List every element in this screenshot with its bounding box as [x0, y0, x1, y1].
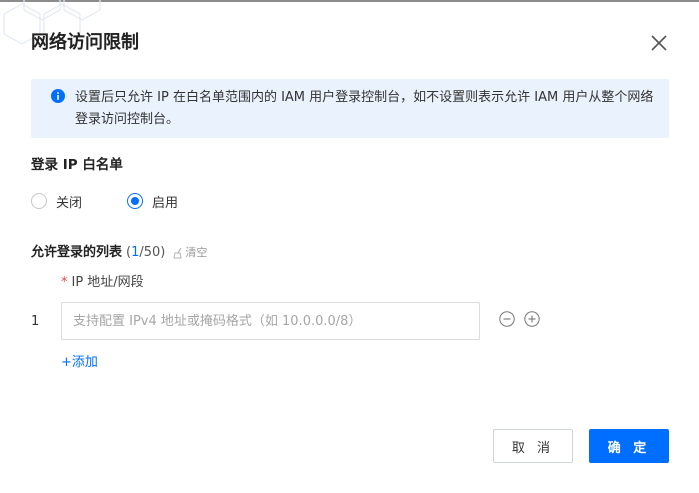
ip-field-label: * IP 地址/网段	[61, 275, 144, 290]
broom-icon	[173, 247, 182, 259]
cancel-button[interactable]: 取 消	[493, 429, 573, 463]
add-row-button[interactable]: +添加	[61, 354, 98, 372]
row-index: 1	[31, 314, 40, 329]
close-icon[interactable]	[646, 30, 672, 56]
notice-banner: 设置后只允许 IP 在白名单范围内的 IAM 用户登录控制台，如不设置则表示允许…	[31, 79, 669, 138]
remove-row-icon[interactable]	[499, 311, 515, 327]
radio-circle[interactable]	[31, 193, 47, 209]
radio-disable-label: 关闭	[56, 195, 83, 211]
clear-label: 清空	[185, 246, 208, 259]
confirm-button[interactable]: 确 定	[589, 429, 669, 463]
allow-list-label: 允许登录的列表	[31, 245, 123, 260]
radio-enable[interactable]: 启用	[127, 191, 178, 211]
whitelist-label: 登录 IP 白名单	[31, 157, 123, 173]
required-mark: *	[61, 275, 68, 290]
clear-button[interactable]: 清空	[173, 243, 207, 263]
info-icon	[51, 89, 65, 103]
notice-text: 设置后只允许 IP 在白名单范围内的 IAM 用户登录控制台，如不设置则表示允许…	[75, 90, 654, 127]
radio-circle-checked[interactable]	[127, 193, 143, 209]
radio-enable-label: 启用	[152, 195, 179, 211]
dialog-title: 网络访问限制	[31, 32, 139, 53]
radio-disable[interactable]: 关闭	[31, 191, 82, 211]
ip-address-input[interactable]	[61, 302, 480, 340]
allow-list-count: (1/50)	[126, 245, 166, 260]
add-row-icon[interactable]	[524, 311, 540, 327]
allow-list-header: 允许登录的列表 (1/50) 清空	[31, 243, 207, 263]
